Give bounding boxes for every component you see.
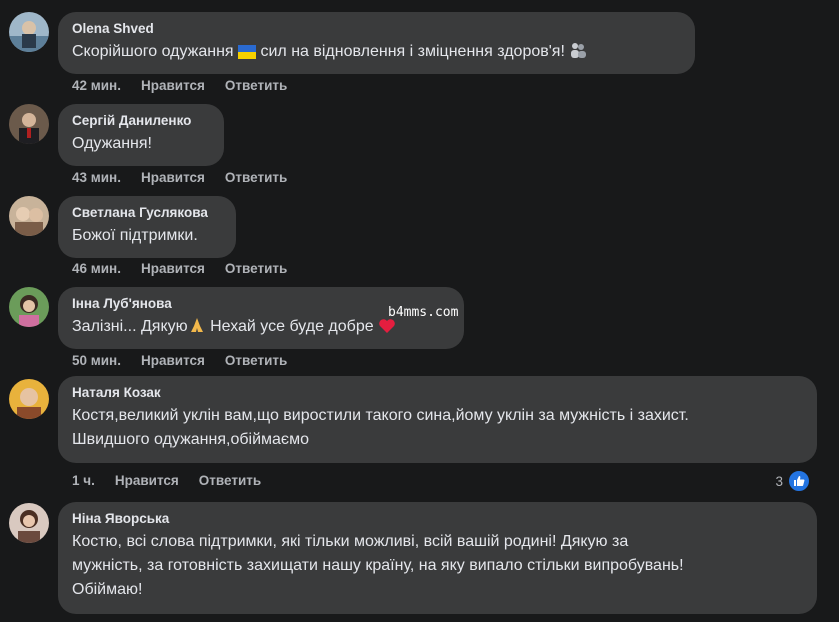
reaction-count: 3 xyxy=(775,473,783,489)
comment-author[interactable]: Сергій Даниленко xyxy=(72,113,210,129)
comment-text: Скорійшого одужання сил на відновлення і… xyxy=(72,40,681,67)
comment-text-part: Залізні... Дякую xyxy=(72,318,188,335)
reply-button[interactable]: Ответить xyxy=(225,353,287,369)
comment-actions: 42 мин. Нравится Ответить xyxy=(72,78,287,94)
comment-text-part: сил на відновлення і зміцнення здоров'я! xyxy=(256,43,570,60)
avatar[interactable] xyxy=(9,287,49,327)
avatar[interactable] xyxy=(9,196,49,236)
watermark: b4mms.com xyxy=(388,305,459,320)
comment-text-line: Костя,великий уклін вам,що виростили так… xyxy=(72,407,689,424)
reaction-summary[interactable]: 3 xyxy=(775,469,811,493)
reply-button[interactable]: Ответить xyxy=(225,170,287,186)
reply-button[interactable]: Ответить xyxy=(225,261,287,277)
comment-text-part: Нехай усе буде добре xyxy=(205,318,379,335)
comment-time[interactable]: 46 мин. xyxy=(72,261,121,277)
ukraine-flag-icon xyxy=(238,43,257,67)
comment-actions: 1 ч. Нравится Ответить xyxy=(72,473,261,489)
comment-author[interactable]: Наталя Козак xyxy=(72,385,803,401)
like-button[interactable]: Нравится xyxy=(141,261,205,277)
like-button[interactable]: Нравится xyxy=(141,78,205,94)
comment-bubble: Светлана Гуслякова Божої підтримки. xyxy=(58,196,236,258)
comment-bubble: Olena Shved Скорійшого одужання сил на в… xyxy=(58,12,695,74)
like-button[interactable]: Нравится xyxy=(115,473,179,489)
praying-hands-icon xyxy=(188,316,206,342)
avatar[interactable] xyxy=(9,12,49,52)
comment-text: Костю, всі слова підтримки, які тільки м… xyxy=(72,530,803,602)
comment-time[interactable]: 43 мин. xyxy=(72,170,121,186)
avatar[interactable] xyxy=(9,104,49,144)
comment-author[interactable]: Olena Shved xyxy=(72,21,681,37)
comment-time[interactable]: 1 ч. xyxy=(72,473,95,489)
comment-text: Костя,великий уклін вам,що виростили так… xyxy=(72,404,803,452)
comment-time[interactable]: 50 мин. xyxy=(72,353,121,369)
reply-button[interactable]: Ответить xyxy=(225,78,287,94)
red-heart-icon xyxy=(378,318,396,342)
comment-text-line: Обіймаю! xyxy=(72,581,143,598)
comment-actions: 43 мин. Нравится Ответить xyxy=(72,170,287,186)
comment-text-line: мужність, за готовність захищати нашу кр… xyxy=(72,557,684,574)
thumbs-up-icon xyxy=(787,469,811,493)
comment-bubble: Наталя Козак Костя,великий уклін вам,що … xyxy=(58,376,817,463)
hug-people-icon xyxy=(569,41,587,67)
comment-author[interactable]: Светлана Гуслякова xyxy=(72,205,222,221)
avatar[interactable] xyxy=(9,503,49,543)
comment-time[interactable]: 42 мин. xyxy=(72,78,121,94)
comment-text-line: Швидшого одужання,обіймаємо xyxy=(72,431,309,448)
reply-button[interactable]: Ответить xyxy=(199,473,261,489)
like-button[interactable]: Нравится xyxy=(141,170,205,186)
comment-actions: 46 мин. Нравится Ответить xyxy=(72,261,287,277)
comment-actions: 50 мин. Нравится Ответить xyxy=(72,353,287,369)
comment-text-part: Скорійшого одужання xyxy=(72,43,239,60)
comment-text: Божої підтримки. xyxy=(72,227,198,244)
comment-bubble: Ніна Яворська Костю, всі слова підтримки… xyxy=(58,502,817,614)
comment-text-line: Костю, всі слова підтримки, які тільки м… xyxy=(72,533,629,550)
like-button[interactable]: Нравится xyxy=(141,353,205,369)
comment-text: Одужання! xyxy=(72,135,152,152)
comment-author[interactable]: Ніна Яворська xyxy=(72,511,803,527)
avatar[interactable] xyxy=(9,379,49,419)
comment-bubble: Сергій Даниленко Одужання! xyxy=(58,104,224,166)
